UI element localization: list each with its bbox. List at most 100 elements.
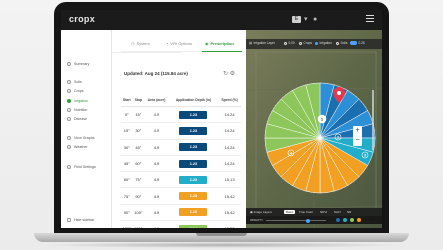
layer-radio-soils[interactable]: Soils — [336, 41, 347, 45]
sidebar-item-weather[interactable]: Weather — [67, 145, 88, 149]
tab-vri-options[interactable]: ◔ VRI Options — [166, 41, 192, 46]
column-header-start: Start — [121, 93, 133, 107]
table-row[interactable]: 15° 30° 4.9 1.23 14.24 — [121, 122, 241, 140]
depth-badge[interactable]: 1.23 — [179, 143, 208, 152]
cell-speed: 14.24 — [218, 139, 241, 156]
sidebar-item-soils[interactable]: Soils — [67, 80, 82, 84]
layer-true-color[interactable]: True Color — [299, 210, 313, 214]
cell-area: 4.9 — [144, 155, 169, 173]
hide-sidebar-button[interactable]: Hide sidebar — [67, 218, 94, 222]
table-row[interactable]: 75° 90° 4.9 1.23 15.42 — [121, 187, 241, 205]
depth-badge[interactable]: 1.16 — [179, 208, 208, 217]
depth-badge[interactable]: 1.23 — [179, 110, 208, 119]
cell-speed: 15.13 — [218, 171, 241, 189]
zoom-out-button[interactable]: − — [353, 136, 362, 146]
cell-area: 4.9 — [144, 106, 169, 124]
depth-badge[interactable]: 1.23 — [179, 159, 208, 168]
cell-stop: 60° — [132, 155, 145, 173]
image-layers-label: ▣ Image Layers — [250, 209, 272, 214]
tab-prescription[interactable]: ◉ Prescription — [205, 41, 234, 46]
zoom-in-button[interactable]: + — [353, 126, 362, 136]
cell-speed: 15.53 — [218, 220, 241, 228]
layer-radio-irrigation[interactable]: Irrigation — [315, 41, 332, 45]
updated-label: Updated: Aug 24 (115.84 acre) — [124, 71, 188, 76]
layer-radio-crops[interactable]: Crops — [299, 41, 312, 45]
table-row[interactable]: 60° 75° 4.9 1.23 15.13 — [121, 171, 241, 189]
cell-speed: 14.24 — [218, 155, 241, 173]
sidebar-item-irrigation[interactable]: Irrigation — [67, 99, 88, 103]
legend-dot — [336, 217, 340, 222]
layer-ndvi[interactable]: NDVI — [320, 210, 327, 214]
column-header-stop: Stop — [132, 93, 145, 107]
radio-icon — [284, 41, 287, 45]
cell-stop: 105° — [132, 204, 145, 222]
graphs-icon — [67, 136, 71, 140]
layers-icon: ▤ — [249, 41, 253, 45]
cell-speed: 15.42 — [218, 204, 241, 222]
laptop-notch — [196, 233, 247, 236]
map-layer-bar: ▤ Irrigation Layer 0.00 Crops Irrigation … — [246, 39, 382, 49]
legend-dot — [343, 217, 347, 222]
sidebar-item-nutrition[interactable]: Nutrition — [67, 108, 87, 112]
summary-icon — [67, 62, 71, 66]
disease-icon — [67, 117, 71, 121]
sidebar-section-header — [67, 71, 68, 75]
chevron-down-icon[interactable]: ▾ — [304, 15, 308, 24]
layer-radio-value[interactable]: 0.00 — [284, 41, 295, 45]
opacity-slider[interactable] — [266, 220, 326, 221]
user-badge[interactable]: E — [292, 16, 301, 23]
cell-speed: 15.42 — [218, 187, 241, 205]
radio-selected-icon — [315, 41, 318, 45]
depth-badge[interactable]: 1.23 — [179, 175, 208, 184]
cell-depth: 1.23 — [168, 122, 219, 140]
cell-depth: 1.23 — [168, 187, 219, 205]
sidebar-item-field-settings[interactable]: Field Settings — [67, 165, 96, 169]
cell-start: 15° — [121, 122, 133, 140]
sidebar-item-disease[interactable]: Disease — [67, 117, 87, 121]
cell-start: 60° — [121, 171, 133, 189]
cell-start: 90° — [121, 204, 133, 222]
depth-badge[interactable]: 1.23 — [179, 192, 208, 201]
legend-dot — [350, 217, 354, 222]
toggle-icon — [350, 41, 357, 45]
cell-start: 0° — [121, 106, 133, 124]
table-row[interactable]: 0° 15° 4.9 1.23 14.24 — [121, 106, 241, 124]
table-row[interactable]: 45° 60° 4.9 1.23 14.24 — [121, 155, 241, 173]
cell-stop: 15° — [132, 106, 145, 124]
layer-savi[interactable]: SAVI — [334, 210, 341, 214]
layer-basic[interactable]: Basic — [284, 209, 296, 214]
cell-stop: 90° — [132, 187, 145, 205]
options-icon: ◔ — [166, 41, 169, 46]
cell-depth: 1.23 — [168, 171, 219, 189]
table-row[interactable]: 30° 45° 4.9 1.23 14.24 — [121, 139, 241, 156]
soils-icon — [67, 80, 71, 84]
opacity-bar: OPACITY — [246, 216, 382, 224]
tab-system[interactable]: ◷ System — [131, 41, 150, 46]
sidebar-item-crops[interactable]: Crops — [67, 89, 84, 93]
gear-icon[interactable]: ⚙ — [230, 71, 235, 77]
depth-badge[interactable]: 1.14 — [179, 224, 208, 228]
cell-stop: 75° — [132, 171, 145, 189]
cell-stop: 120° — [132, 220, 145, 228]
map-scrollbar[interactable] — [372, 90, 374, 150]
zoom-control: + − — [353, 126, 362, 146]
opacity-slider-handle[interactable] — [306, 218, 310, 223]
layer-nr[interactable]: NR — [347, 210, 351, 214]
cell-area: 4.9 — [144, 139, 169, 156]
cell-speed: 14.24 — [218, 106, 241, 124]
column-header-speed: Speed (%) — [218, 93, 241, 107]
table-row[interactable]: 105°120°4.9 1.14 15.53 — [121, 220, 241, 228]
hamburger-icon[interactable] — [366, 15, 374, 23]
sidebar-item-view-graphs[interactable]: View Graphs — [67, 136, 95, 140]
refresh-icon[interactable]: ↻ — [223, 71, 228, 77]
bell-icon[interactable]: ● — [313, 15, 317, 24]
layer-toggle[interactable]: 0.25 — [350, 41, 365, 45]
layer-select[interactable]: ▤ Irrigation Layer — [249, 41, 275, 45]
sidebar-item-summary[interactable]: Summary — [67, 62, 89, 66]
table-header-row: Start Stop Area (acre) Application Depth… — [121, 93, 241, 107]
cell-area: 4.9 — [144, 171, 169, 189]
column-header-depth: Application Depth (in) — [168, 93, 219, 107]
depth-badge[interactable]: 1.23 — [179, 126, 208, 135]
table-row[interactable]: 90° 105° 4.9 1.16 15.42 — [121, 204, 241, 222]
system-icon: ◷ — [131, 41, 135, 46]
